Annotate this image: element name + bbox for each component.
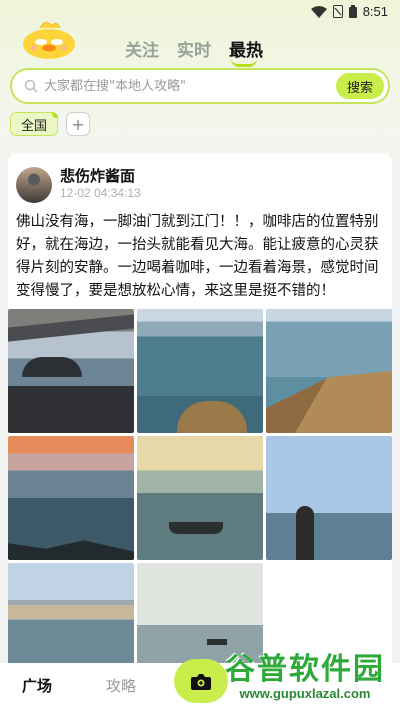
post-text: 佛山没有海，一脚油门就到江门！！，咖啡店的位置特别好，就在海边，一抬头就能看见大…: [16, 214, 379, 299]
post-photo[interactable]: [8, 436, 134, 560]
region-filter: 全国 +: [10, 112, 91, 136]
post-photo[interactable]: [137, 436, 263, 560]
search-input[interactable]: [44, 78, 336, 94]
region-chip-nationwide[interactable]: 全国: [10, 112, 59, 136]
avatar[interactable]: [16, 167, 52, 203]
post-time: 12-02 04:34:13: [60, 186, 141, 200]
search-icon: [24, 79, 38, 93]
feed-tabs: 关注 实时 最热: [125, 36, 263, 67]
search-button[interactable]: 搜索: [336, 73, 384, 99]
tab-realtime[interactable]: 实时: [177, 36, 211, 61]
wifi-icon: [310, 5, 327, 18]
nav-square[interactable]: 广场: [22, 675, 52, 696]
status-icons: 8:51: [310, 4, 388, 19]
watermark-url: www.gupuxlazal.com: [239, 686, 371, 701]
post-photo[interactable]: [137, 309, 263, 433]
add-region-button[interactable]: +: [66, 112, 91, 136]
post-photo[interactable]: [266, 436, 392, 560]
post-author[interactable]: 悲伤炸酱面: [60, 165, 135, 186]
sim-blocked-icon: [332, 5, 343, 18]
tab-hottest[interactable]: 最热: [229, 36, 263, 67]
search-bar: 搜索: [10, 68, 390, 104]
camera-icon: [191, 673, 211, 690]
mascot-logo: [23, 22, 75, 59]
watermark: 谷普软件园 www.gupuxlazal.com: [216, 644, 394, 708]
tab-following[interactable]: 关注: [125, 36, 159, 61]
photo-grid: [8, 309, 392, 687]
status-time: 8:51: [362, 4, 388, 19]
post-photo[interactable]: [266, 309, 392, 433]
post-photo[interactable]: [8, 309, 134, 433]
post-card[interactable]: 悲伤炸酱面 12-02 04:34:13 佛山没有海，一脚油门就到江门！！，咖啡…: [8, 153, 392, 687]
battery-icon: [348, 5, 357, 18]
nav-guide[interactable]: 攻略: [106, 675, 136, 696]
watermark-title: 谷普软件园: [225, 652, 385, 687]
